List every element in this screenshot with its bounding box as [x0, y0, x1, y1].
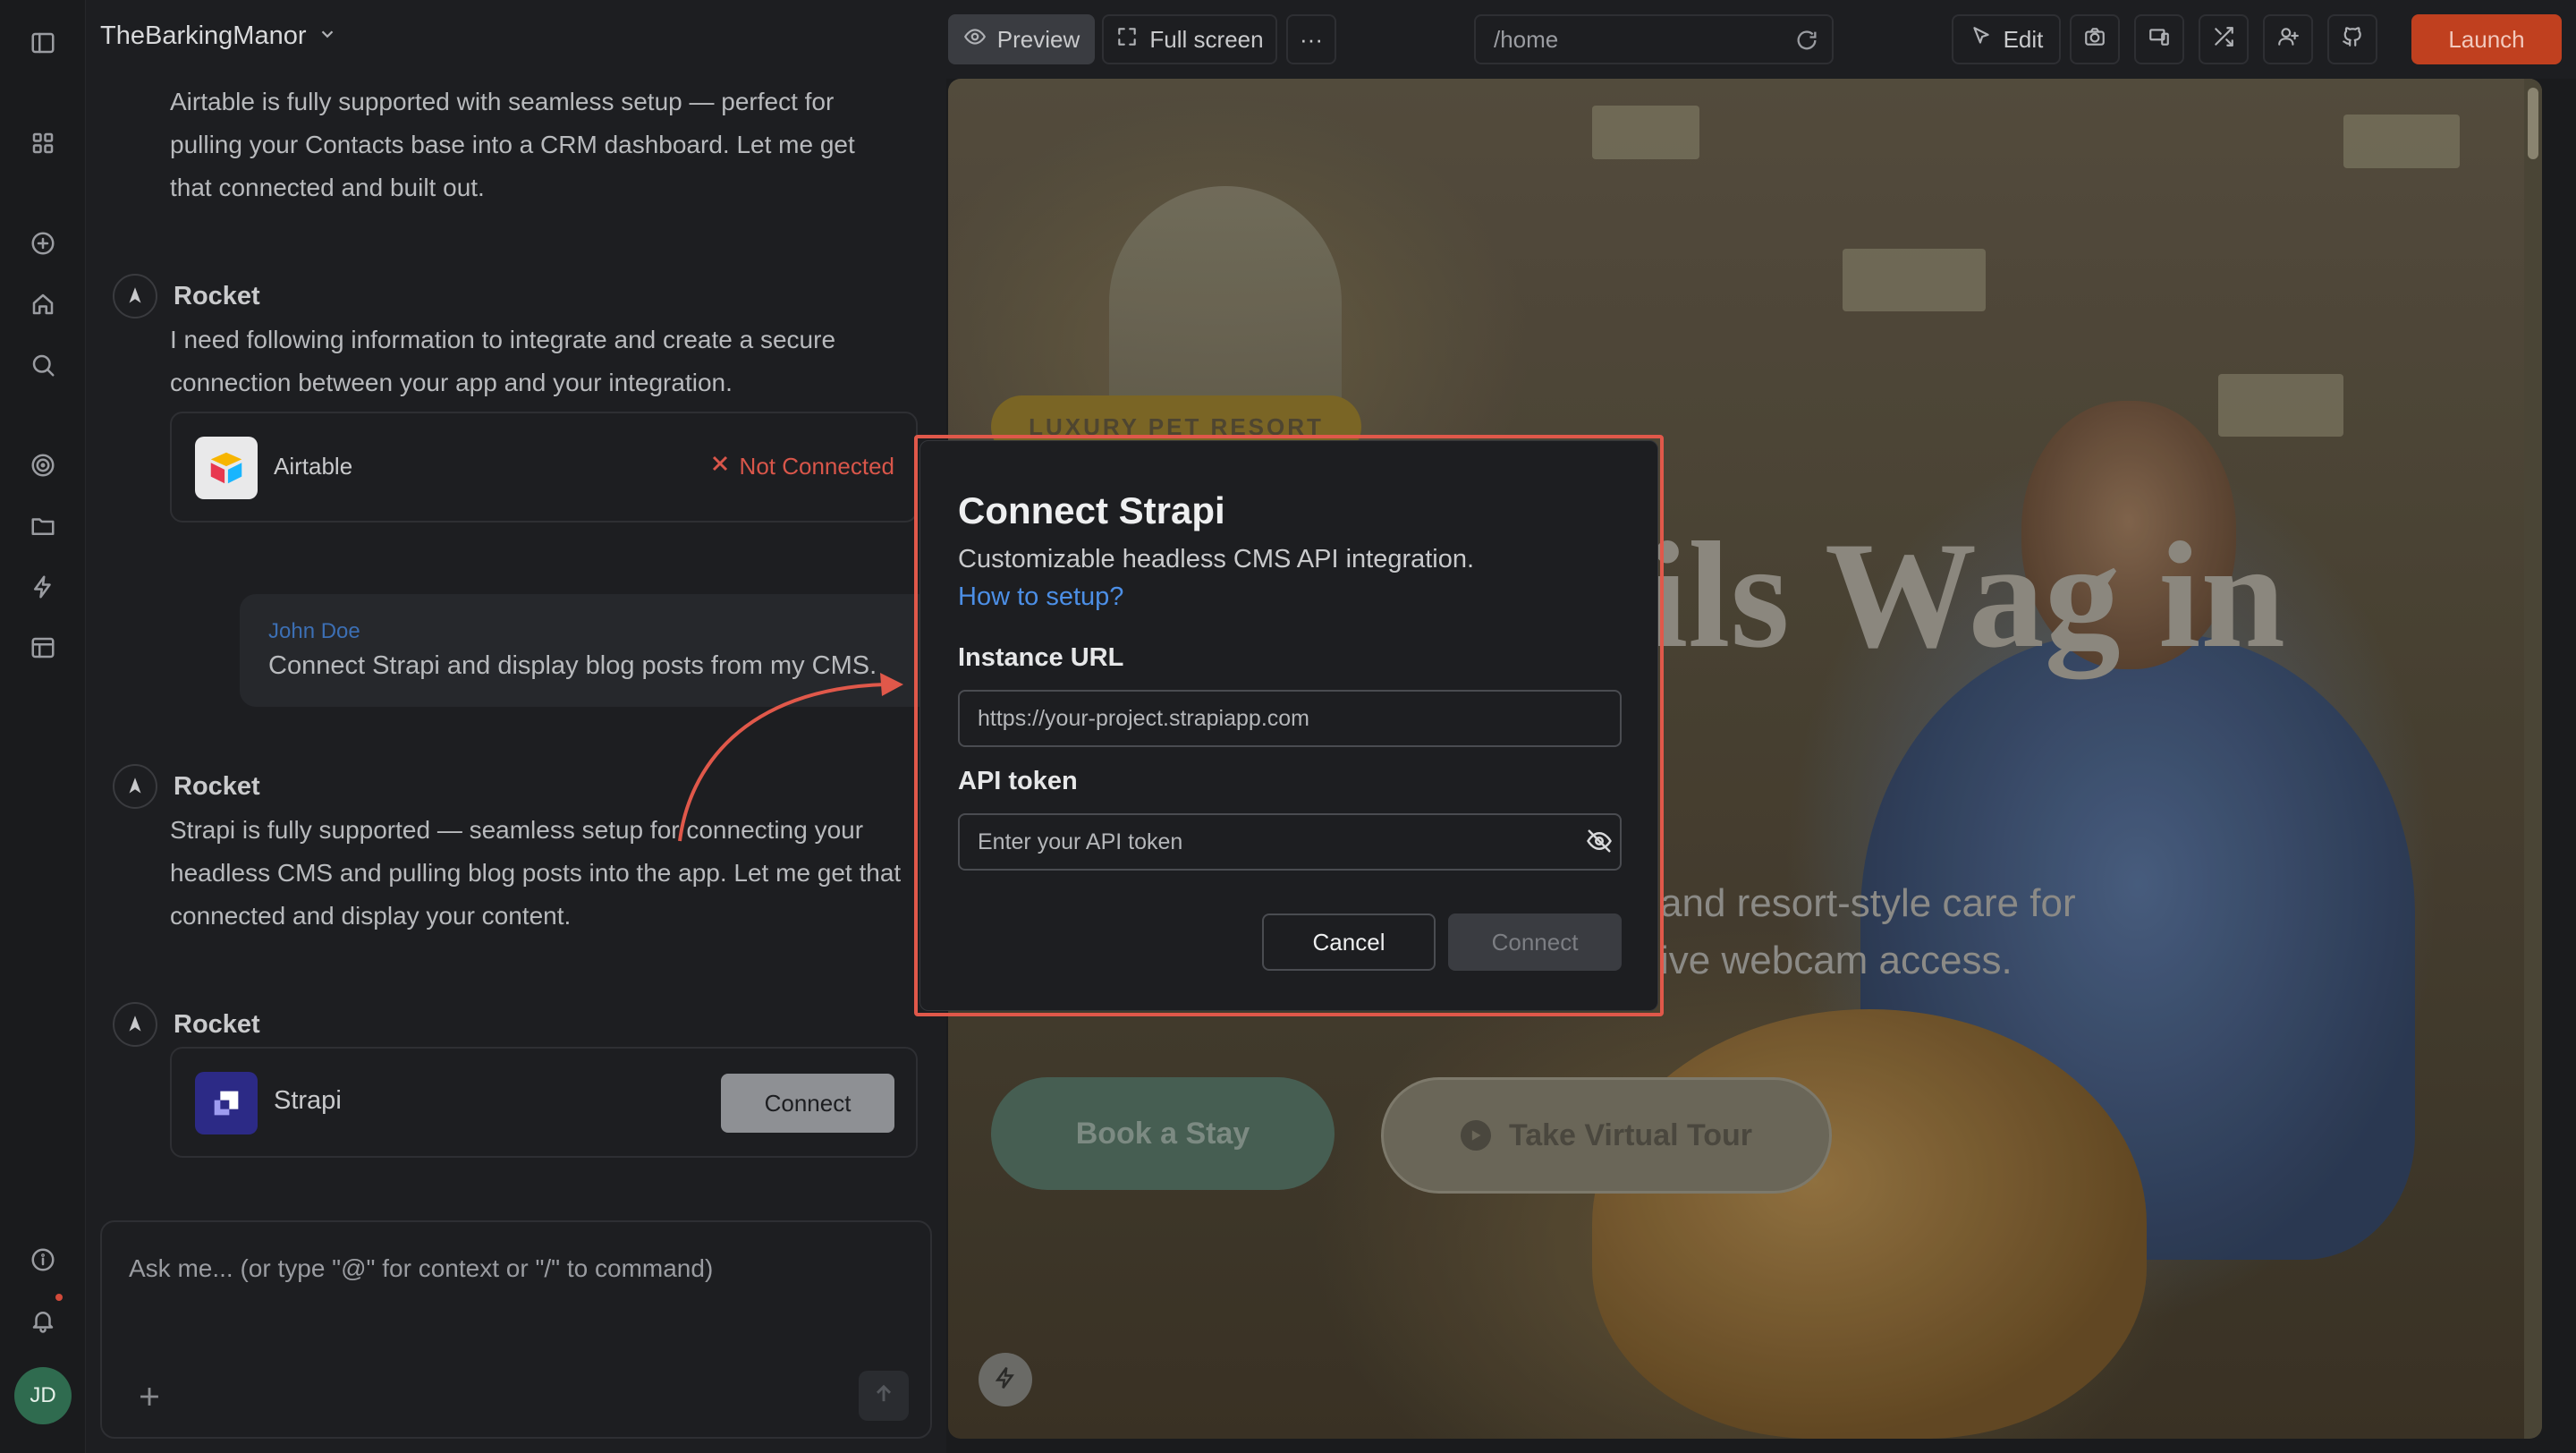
assistant-header: Rocket — [113, 1002, 260, 1047]
instance-url-label: Instance URL — [958, 643, 1124, 672]
play-icon — [1460, 1120, 1491, 1151]
integration-card-strapi: Strapi Connect — [170, 1047, 918, 1158]
eye-off-icon[interactable] — [1586, 828, 1613, 854]
cancel-button[interactable]: Cancel — [1262, 913, 1436, 971]
url-text: /home — [1494, 25, 1559, 53]
connect-button[interactable]: Connect — [721, 1074, 894, 1133]
instance-url-input[interactable] — [958, 690, 1622, 747]
assistant-header: Rocket — [113, 764, 260, 809]
shuffle-icon — [2212, 25, 2235, 55]
hero-title: ils Wag in — [1646, 511, 2285, 679]
api-token-label: API token — [958, 767, 1078, 795]
bolt-icon[interactable] — [25, 569, 61, 605]
assistant-message-text: Strapi is fully supported — seamless set… — [170, 816, 902, 930]
edit-label: Edit — [2003, 25, 2044, 53]
send-button[interactable] — [859, 1371, 909, 1421]
integration-name: Strapi — [274, 1086, 342, 1115]
folder-icon[interactable] — [25, 508, 61, 544]
preview-scrollbar[interactable] — [2524, 79, 2542, 1439]
integration-name: Airtable — [274, 453, 353, 480]
home-icon[interactable] — [25, 286, 61, 322]
plus-icon[interactable] — [134, 1381, 165, 1412]
user-message: John Doe Connect Strapi and display blog… — [240, 594, 1000, 707]
edit-button[interactable]: Edit — [1952, 14, 2061, 64]
connect-button[interactable]: Connect — [1448, 913, 1622, 971]
assistant-name: Rocket — [174, 1009, 260, 1039]
device-toggle-button[interactable] — [2134, 14, 2184, 64]
virtual-tour-button[interactable]: Take Virtual Tour — [1381, 1077, 1832, 1194]
hero-subtitle: and resort-style care for ive webcam acc… — [1660, 875, 2076, 990]
dialog-description: Customizable headless CMS API integratio… — [958, 545, 1475, 574]
preview-label: Preview — [996, 25, 1080, 53]
rocket-icon — [113, 764, 157, 809]
assistant-header: Rocket — [113, 274, 260, 319]
integration-card-airtable: Airtable Not Connected — [170, 412, 918, 523]
eye-icon — [963, 25, 987, 55]
bell-icon[interactable] — [25, 1303, 61, 1338]
more-icon: ··· — [1300, 25, 1323, 53]
chat-input[interactable] — [129, 1254, 898, 1283]
hero-subtitle-line: ive webcam access. — [1660, 939, 2012, 982]
hero-subtitle-line: and resort-style care for — [1660, 881, 2076, 925]
add-user-button[interactable] — [2263, 14, 2313, 64]
dialog-title: Connect Strapi — [958, 489, 1225, 531]
chat-composer — [100, 1220, 932, 1439]
shuffle-button[interactable] — [2199, 14, 2249, 64]
fullscreen-label: Full screen — [1149, 25, 1264, 53]
assistant-name: Rocket — [174, 281, 260, 310]
cursor-icon — [1970, 25, 1993, 55]
grid-icon[interactable] — [25, 125, 61, 161]
target-icon[interactable] — [25, 447, 61, 483]
status-badge: Not Connected — [709, 453, 894, 480]
chat-panel: TheBarkingManor Airtable is fully suppor… — [86, 0, 1000, 1453]
bolt-icon — [992, 1364, 1019, 1396]
fullscreen-button[interactable]: Full screen — [1102, 14, 1277, 64]
icon-rail: JD — [0, 0, 86, 1453]
expand-icon — [1115, 25, 1139, 55]
virtual-tour-label: Take Virtual Tour — [1508, 1117, 1753, 1152]
github-icon — [2341, 25, 2364, 55]
scroll-thumb[interactable] — [2528, 88, 2538, 159]
screenshot-button[interactable] — [2070, 14, 2120, 64]
info-icon[interactable] — [25, 1242, 61, 1278]
api-token-input[interactable] — [958, 813, 1622, 871]
sidebar-toggle-icon[interactable] — [25, 25, 61, 61]
notification-dot — [55, 1294, 63, 1301]
book-stay-button[interactable]: Book a Stay — [991, 1077, 1335, 1190]
close-icon — [709, 453, 731, 480]
rocket-icon — [113, 274, 157, 319]
assistant-message-text: Airtable is fully supported with seamles… — [170, 88, 855, 201]
avatar[interactable]: JD — [14, 1367, 72, 1424]
url-bar[interactable]: /home — [1474, 14, 1834, 64]
layout-icon[interactable] — [25, 630, 61, 666]
chevron-down-icon — [318, 21, 337, 51]
user-message-text: Connect Strapi and display blog posts fr… — [268, 651, 877, 680]
airtable-logo-icon — [195, 437, 258, 499]
user-name: John Doe — [268, 619, 360, 643]
preview-tab[interactable]: Preview — [948, 14, 1095, 64]
camera-icon — [2083, 25, 2106, 55]
devices-icon — [2148, 25, 2171, 55]
preview-toolbar: Preview Full screen ··· /home Edit Launc… — [946, 0, 2576, 79]
project-name: TheBarkingManor — [100, 21, 307, 50]
more-options-button[interactable]: ··· — [1286, 14, 1336, 64]
reload-icon[interactable] — [1794, 28, 1819, 59]
search-icon[interactable] — [25, 347, 61, 383]
connect-strapi-dialog: Connect Strapi Customizable headless CMS… — [919, 440, 1658, 1011]
assistant-name: Rocket — [174, 771, 260, 801]
strapi-logo-icon — [195, 1072, 258, 1134]
project-switcher[interactable]: TheBarkingManor — [100, 21, 337, 51]
github-button[interactable] — [2327, 14, 2377, 64]
bolt-fab[interactable] — [979, 1353, 1032, 1406]
add-user-icon — [2276, 25, 2300, 55]
plus-circle-icon[interactable] — [25, 225, 61, 261]
setup-help-link[interactable]: How to setup? — [958, 582, 1123, 612]
launch-button[interactable]: Launch — [2411, 14, 2562, 64]
rocket-icon — [113, 1002, 157, 1047]
assistant-message-text: I need following information to integrat… — [170, 326, 836, 396]
arrow-up-icon — [871, 1381, 896, 1411]
status-text: Not Connected — [739, 453, 894, 480]
